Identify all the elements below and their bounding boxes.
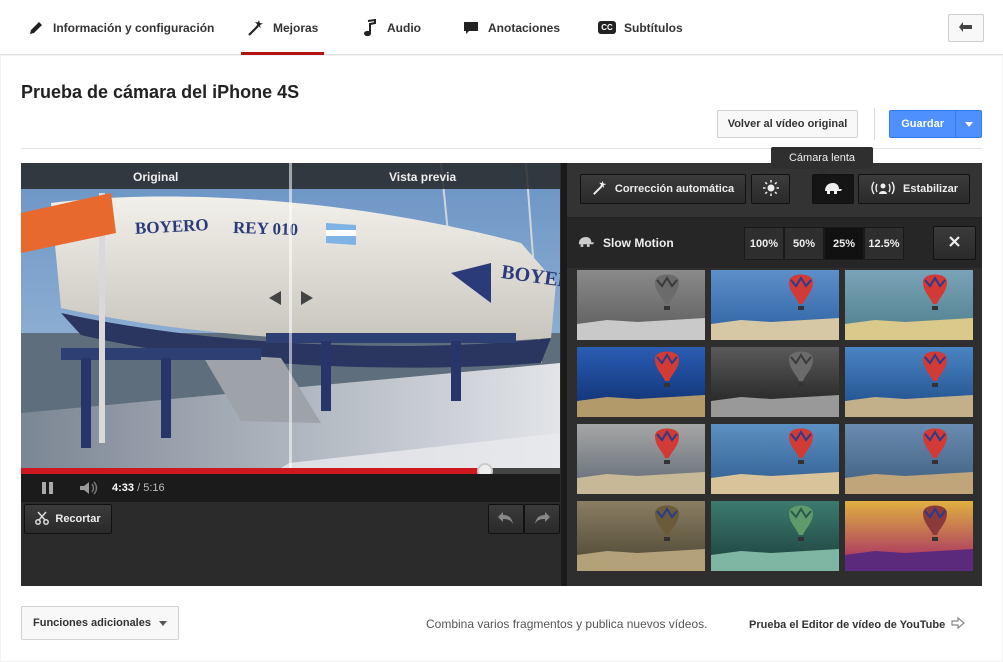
sun-icon bbox=[762, 179, 780, 200]
video-preview[interactable]: BOYERO REY 010 BOYERO Original Vista pre… bbox=[21, 163, 560, 468]
music-note-icon bbox=[361, 18, 379, 37]
original-label: Original bbox=[133, 170, 179, 184]
pencil-icon bbox=[27, 19, 45, 37]
speech-bubble-icon bbox=[462, 19, 480, 37]
slow-motion-button[interactable] bbox=[812, 174, 854, 204]
filter-thumbnail[interactable] bbox=[845, 270, 973, 340]
slow-motion-row: Slow Motion 100% 50% 25% 12.5% bbox=[567, 218, 982, 268]
filter-thumbnail[interactable] bbox=[577, 347, 705, 417]
redo-button[interactable] bbox=[524, 504, 560, 534]
trim-button[interactable]: Recortar bbox=[24, 504, 112, 534]
split-handle-icon[interactable] bbox=[267, 290, 315, 311]
filter-thumbnail[interactable] bbox=[711, 501, 839, 571]
filter-thumbnail[interactable] bbox=[845, 347, 973, 417]
time-separator: / bbox=[134, 482, 144, 494]
boat-lettering: BOYERO bbox=[134, 215, 210, 238]
save-dropdown-icon[interactable] bbox=[955, 111, 981, 137]
auto-fix-label: Corrección automática bbox=[614, 183, 735, 195]
filter-thumbnail[interactable] bbox=[711, 270, 839, 340]
tab-label: Mejoras bbox=[273, 20, 319, 35]
close-button[interactable] bbox=[933, 226, 976, 260]
more-functions-button[interactable]: Funciones adicionales bbox=[21, 606, 179, 640]
editor-area: BOYERO REY 010 BOYERO Original Vista pre… bbox=[21, 163, 982, 586]
scissors-icon bbox=[35, 511, 50, 528]
turtle-icon bbox=[577, 236, 595, 250]
close-icon bbox=[949, 234, 960, 252]
speed-50[interactable]: 50% bbox=[784, 227, 824, 260]
filter-thumbnail[interactable] bbox=[845, 501, 973, 571]
filter-thumbnail[interactable] bbox=[711, 424, 839, 494]
magic-wand-icon bbox=[592, 180, 608, 199]
tab-label: Subtítulos bbox=[624, 20, 683, 35]
tab-annotations[interactable]: Anotaciones bbox=[462, 0, 560, 55]
redo-icon bbox=[534, 511, 550, 528]
speed-12-5[interactable]: 12.5% bbox=[864, 227, 904, 260]
filter-thumbnail[interactable] bbox=[845, 424, 973, 494]
tab-enhancements[interactable]: Mejoras bbox=[240, 0, 325, 55]
divider bbox=[874, 108, 875, 140]
stabilize-label: Estabilizar bbox=[902, 183, 959, 195]
time-total: 5:16 bbox=[143, 482, 165, 494]
stabilize-icon bbox=[870, 180, 896, 199]
tab-label: Anotaciones bbox=[488, 20, 561, 35]
revert-button[interactable]: Volver al vídeo original bbox=[717, 110, 858, 138]
cc-icon: CC bbox=[598, 21, 616, 34]
video-editor-link[interactable]: Prueba el Editor de vídeo de YouTube bbox=[749, 616, 966, 632]
tab-audio[interactable]: Audio bbox=[361, 0, 421, 55]
save-label: Guardar bbox=[901, 118, 945, 130]
save-button[interactable]: Guardar bbox=[889, 110, 982, 138]
page-title: Prueba de cámara del iPhone 4S bbox=[21, 82, 300, 102]
turtle-icon bbox=[823, 182, 843, 197]
brightness-button[interactable] bbox=[751, 174, 790, 204]
filter-thumbnail[interactable] bbox=[577, 270, 705, 340]
promo-link-label: Prueba el Editor de vídeo de YouTube bbox=[749, 618, 946, 631]
slow-motion-label-group: Slow Motion bbox=[577, 236, 674, 250]
filter-thumbnail[interactable] bbox=[711, 347, 839, 417]
speed-25[interactable]: 25% bbox=[824, 227, 864, 260]
filter-thumbnail[interactable] bbox=[577, 501, 705, 571]
chevron-down-icon bbox=[158, 617, 167, 629]
player-controls: 4:33 / 5:16 bbox=[21, 474, 560, 502]
arrow-right-icon bbox=[951, 616, 966, 632]
more-functions-label: Funciones adicionales bbox=[33, 617, 151, 629]
promo-text: Combina varios fragmentos y publica nuev… bbox=[426, 617, 708, 631]
tab-bar: Información y configuración Mejoras Audi… bbox=[0, 0, 1003, 55]
trim-label: Recortar bbox=[55, 513, 101, 525]
pause-icon[interactable] bbox=[41, 481, 55, 500]
tab-label: Información y configuración bbox=[53, 20, 215, 35]
filter-thumbnail[interactable] bbox=[577, 424, 705, 494]
volume-icon[interactable] bbox=[79, 481, 99, 500]
magic-wand-icon bbox=[247, 19, 265, 37]
slow-motion-label: Slow Motion bbox=[603, 236, 674, 250]
time-display: 4:33 / 5:16 bbox=[112, 482, 165, 494]
back-button[interactable] bbox=[948, 14, 984, 42]
slow-motion-tooltip: Cámara lenta bbox=[771, 147, 873, 174]
auto-fix-button[interactable]: Corrección automática bbox=[580, 174, 746, 204]
back-arrow-icon bbox=[959, 19, 973, 37]
stabilize-button[interactable]: Estabilizar bbox=[858, 174, 970, 204]
undo-button[interactable] bbox=[488, 504, 524, 534]
enhancement-panel: Corrección automática Estabilizar Slow M… bbox=[567, 163, 982, 586]
time-current: 4:33 bbox=[112, 482, 135, 494]
tab-info-settings[interactable]: Información y configuración bbox=[27, 0, 214, 55]
split-slider-line[interactable] bbox=[289, 163, 292, 468]
tool-row: Corrección automática Estabilizar bbox=[567, 163, 982, 218]
tab-label: Audio bbox=[387, 20, 421, 35]
speed-100[interactable]: 100% bbox=[744, 227, 784, 260]
undo-icon bbox=[498, 511, 514, 528]
tab-subtitles[interactable]: CC Subtítulos bbox=[598, 0, 683, 55]
main-panel: Prueba de cámara del iPhone 4S Volver al… bbox=[1, 56, 1002, 661]
preview-label: Vista previa bbox=[389, 170, 457, 184]
